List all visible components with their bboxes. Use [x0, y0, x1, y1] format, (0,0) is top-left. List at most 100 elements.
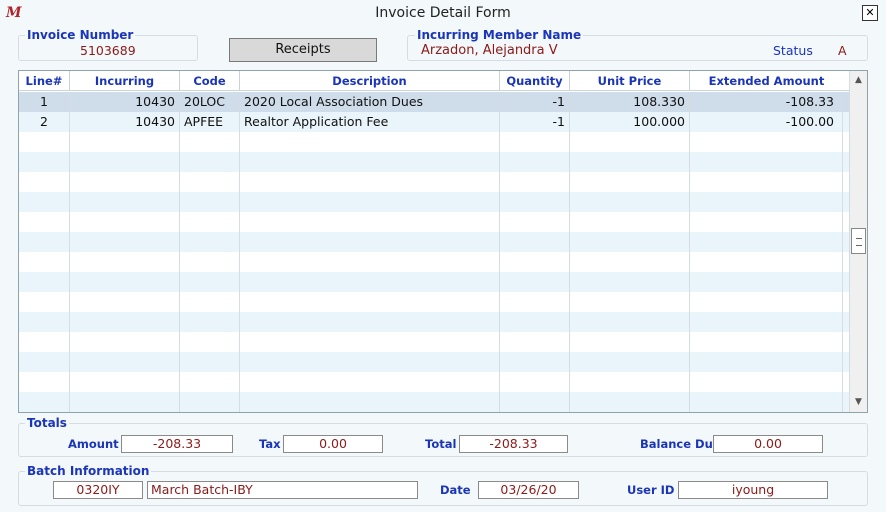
column-header-quantity[interactable]: Quantity [500, 71, 570, 91]
cell-description[interactable] [240, 272, 500, 292]
cell-description[interactable] [240, 212, 500, 232]
cell-incurring-member[interactable] [70, 332, 180, 352]
cell-unit-price[interactable] [570, 252, 690, 272]
cell-line[interactable] [19, 152, 70, 172]
cell-line[interactable] [19, 212, 70, 232]
cell-description[interactable] [240, 152, 500, 172]
cell-code[interactable] [180, 132, 240, 152]
empty-table-row[interactable] [19, 172, 849, 192]
cell-quantity[interactable] [500, 392, 570, 412]
balance-due-field[interactable]: 0.00 [713, 435, 823, 453]
cell-unit-price[interactable] [570, 132, 690, 152]
cell-quantity[interactable]: -1 [500, 92, 570, 112]
cell-quantity[interactable] [500, 152, 570, 172]
tax-field[interactable]: 0.00 [283, 435, 383, 453]
cell-description[interactable] [240, 132, 500, 152]
cell-line[interactable] [19, 292, 70, 312]
cell-incurring-member[interactable] [70, 132, 180, 152]
cell-unit-price[interactable] [570, 312, 690, 332]
cell-line[interactable] [19, 352, 70, 372]
cell-extended-amount[interactable] [690, 212, 843, 232]
invoice-number-value[interactable]: 5103689 [80, 43, 136, 58]
empty-table-row[interactable] [19, 312, 849, 332]
user-id-field[interactable]: iyoung [678, 481, 828, 499]
cell-incurring-member[interactable] [70, 352, 180, 372]
empty-table-row[interactable] [19, 252, 849, 272]
cell-quantity[interactable]: -1 [500, 112, 570, 132]
cell-code[interactable]: 20LOC [180, 92, 240, 112]
cell-unit-price[interactable] [570, 292, 690, 312]
cell-unit-price[interactable] [570, 212, 690, 232]
cell-line[interactable] [19, 272, 70, 292]
cell-code[interactable] [180, 292, 240, 312]
cell-quantity[interactable] [500, 312, 570, 332]
cell-code[interactable] [180, 252, 240, 272]
cell-code[interactable] [180, 232, 240, 252]
cell-description[interactable]: 2020 Local Association Dues [240, 92, 500, 112]
cell-incurring-member[interactable] [70, 212, 180, 232]
cell-quantity[interactable] [500, 332, 570, 352]
table-row[interactable]: 1 10430 20LOC 2020 Local Association Dues -1… [19, 92, 849, 112]
cell-incurring-member[interactable] [70, 392, 180, 412]
total-field[interactable]: -208.33 [459, 435, 568, 453]
cell-extended-amount[interactable] [690, 392, 843, 412]
cell-description[interactable] [240, 292, 500, 312]
scroll-up-icon[interactable]: ▲ [850, 72, 867, 89]
amount-field[interactable]: -208.33 [121, 435, 233, 453]
column-header-extended-amount[interactable]: Extended Amount [690, 71, 843, 91]
cell-incurring-member[interactable] [70, 172, 180, 192]
cell-incurring-member[interactable]: 10430 [70, 112, 180, 132]
cell-unit-price[interactable] [570, 232, 690, 252]
empty-table-row[interactable] [19, 232, 849, 252]
cell-extended-amount[interactable] [690, 312, 843, 332]
cell-description[interactable] [240, 352, 500, 372]
cell-extended-amount[interactable] [690, 292, 843, 312]
cell-code[interactable] [180, 312, 240, 332]
empty-table-row[interactable] [19, 132, 849, 152]
cell-incurring-member[interactable] [70, 272, 180, 292]
cell-description[interactable] [240, 332, 500, 352]
cell-code[interactable] [180, 372, 240, 392]
date-field[interactable]: 03/26/20 [478, 481, 579, 499]
cell-quantity[interactable] [500, 232, 570, 252]
cell-incurring-member[interactable] [70, 192, 180, 212]
cell-code[interactable]: APFEE [180, 112, 240, 132]
cell-unit-price[interactable] [570, 152, 690, 172]
cell-extended-amount[interactable] [690, 132, 843, 152]
cell-code[interactable] [180, 352, 240, 372]
cell-quantity[interactable] [500, 172, 570, 192]
empty-table-row[interactable] [19, 292, 849, 312]
batch-code-field[interactable]: 0320IY [53, 481, 143, 499]
empty-table-row[interactable] [19, 372, 849, 392]
cell-unit-price[interactable] [570, 192, 690, 212]
cell-code[interactable] [180, 332, 240, 352]
cell-code[interactable] [180, 152, 240, 172]
scroll-thumb[interactable] [851, 228, 866, 254]
cell-description[interactable] [240, 312, 500, 332]
cell-quantity[interactable] [500, 272, 570, 292]
column-header-code[interactable]: Code [180, 71, 240, 91]
cell-description[interactable] [240, 372, 500, 392]
cell-unit-price[interactable]: 108.330 [570, 92, 690, 112]
cell-unit-price[interactable] [570, 352, 690, 372]
cell-unit-price[interactable] [570, 332, 690, 352]
cell-description[interactable] [240, 172, 500, 192]
invoice-lines-grid[interactable]: Line# Incurring Member Code Description … [18, 70, 868, 413]
cell-code[interactable] [180, 172, 240, 192]
cell-extended-amount[interactable]: -108.33 [690, 92, 843, 112]
cell-line[interactable] [19, 372, 70, 392]
cell-description[interactable] [240, 192, 500, 212]
cell-unit-price[interactable] [570, 272, 690, 292]
cell-incurring-member[interactable] [70, 252, 180, 272]
cell-incurring-member[interactable] [70, 292, 180, 312]
empty-table-row[interactable] [19, 352, 849, 372]
cell-extended-amount[interactable] [690, 272, 843, 292]
cell-description[interactable] [240, 232, 500, 252]
cell-extended-amount[interactable] [690, 152, 843, 172]
cell-description[interactable] [240, 252, 500, 272]
scroll-down-icon[interactable]: ▼ [850, 394, 867, 411]
cell-description[interactable] [240, 392, 500, 412]
cell-quantity[interactable] [500, 292, 570, 312]
cell-line[interactable]: 2 [19, 112, 70, 132]
cell-code[interactable] [180, 272, 240, 292]
